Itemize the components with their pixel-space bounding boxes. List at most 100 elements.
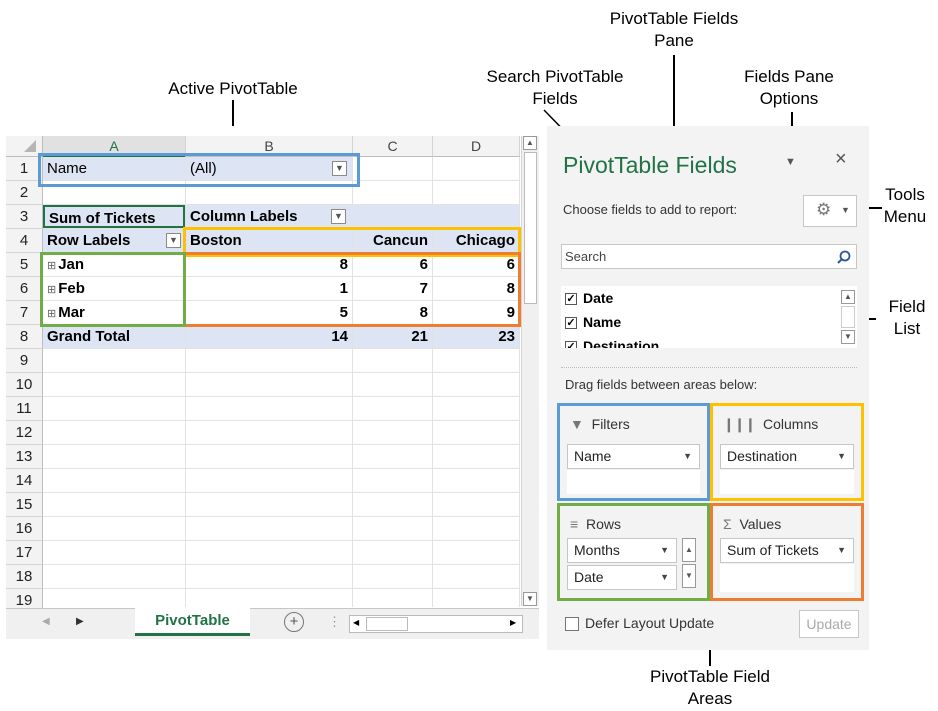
highlight-filter-area — [38, 153, 360, 187]
worksheet: A B C D 1 2 3 4 5 6 7 8 9 10 11 12 13 14 15 16 17 18 19 Na… — [6, 126, 539, 652]
checkbox-icon: ✓ — [565, 293, 577, 306]
vertical-scroll-thumb[interactable] — [524, 152, 537, 304]
rows-scroll-down[interactable]: ▼ — [682, 564, 696, 588]
chevron-down-icon: ▼ — [841, 205, 850, 215]
checkbox-icon — [565, 617, 579, 632]
horizontal-scroll-thumb[interactable] — [366, 617, 408, 631]
tab-scroll-left-icon[interactable]: ◀ — [42, 616, 50, 627]
row-header-4[interactable]: 4 — [6, 229, 43, 253]
drag-fields-hint: Drag fields between areas below: — [565, 377, 758, 392]
values-drop-zone[interactable] — [720, 564, 854, 592]
values-area[interactable]: Σ Values Sum of Tickets ▼ — [710, 503, 864, 601]
callout-tools-menu: Tools Menu — [883, 185, 927, 226]
callout-pane: PivotTable Fields Pane — [609, 9, 739, 50]
pane-title: PivotTable Fields — [563, 152, 737, 178]
tab-scroll-right-icon[interactable]: ▶ — [76, 616, 84, 627]
field-item-name[interactable]: ✓ Name — [565, 314, 621, 330]
columns-area-header: ❙❙❙ Columns — [723, 416, 819, 432]
tab-split-handle[interactable]: ⋮ — [328, 614, 341, 630]
choose-fields-text: Choose fields to add to report: — [563, 202, 738, 217]
defer-layout-update-label: Defer Layout Update — [585, 615, 715, 631]
rows-area-header: ≡ Rows — [570, 516, 621, 532]
chevron-down-icon: ▼ — [837, 451, 846, 461]
row-labels-dropdown-button[interactable]: ▼ — [166, 233, 181, 248]
column-header-d[interactable]: D — [433, 136, 520, 157]
scroll-down-button[interactable]: ▼ — [523, 592, 537, 606]
highlight-values-area — [183, 252, 521, 327]
filters-drop-zone[interactable] — [567, 470, 700, 494]
scroll-right-icon[interactable]: ▶ — [510, 618, 516, 627]
column-labels-dropdown-button[interactable]: ▼ — [331, 209, 346, 224]
pane-options-dropdown-icon[interactable]: ▼ — [785, 156, 796, 168]
sheet-tab-bar: ◀ ▶ PivotTable + ⋮ ◀ ▶ — [6, 608, 539, 639]
rows-scroll-up[interactable]: ▲ — [682, 538, 696, 562]
field-list-scroll-down[interactable]: ▼ — [841, 330, 855, 344]
defer-layout-update-checkbox[interactable]: Defer Layout Update — [565, 615, 715, 632]
chevron-down-icon: ▼ — [660, 545, 669, 555]
chevron-down-icon: ▼ — [837, 545, 846, 555]
scroll-left-icon[interactable]: ◀ — [353, 618, 359, 627]
row-header-3[interactable]: 3 — [6, 205, 43, 229]
columns-area[interactable]: ❙❙❙ Columns Destination ▼ — [710, 403, 864, 501]
values-area-header: Σ Values — [723, 516, 782, 532]
row-header-8[interactable]: 8 — [6, 325, 43, 349]
highlight-rows-area — [40, 252, 186, 327]
grand-total-cancun: 21 — [353, 325, 432, 348]
callout-fields-pane-options: Fields Pane Options — [744, 67, 834, 108]
row-header-9[interactable]: 9 — [6, 349, 43, 373]
callout-field-list: Field List — [888, 297, 926, 338]
row-header-5[interactable]: 5 — [6, 253, 43, 277]
columns-field-destination[interactable]: Destination ▼ — [720, 444, 854, 469]
field-list-scroll-track[interactable] — [841, 306, 855, 328]
grand-total-label: Grand Total — [43, 325, 185, 348]
grand-total-boston: 14 — [186, 325, 352, 348]
row-header-15[interactable]: 15 — [6, 493, 43, 517]
columns-drop-zone[interactable] — [720, 470, 854, 494]
rows-field-months[interactable]: Months ▼ — [567, 538, 677, 563]
column-header-c[interactable]: C — [353, 136, 433, 157]
pivottable-fields-pane: PivotTable Fields ▼ × Choose fields to a… — [547, 126, 869, 650]
columns-icon: ❙❙❙ — [723, 416, 756, 432]
rows-field-date[interactable]: Date ▼ — [567, 565, 677, 590]
row-header-10[interactable]: 10 — [6, 373, 43, 397]
callout-active-pivottable: Active PivotTable — [168, 79, 298, 98]
field-item-date[interactable]: ✓ Date — [565, 290, 613, 306]
callout-field-areas: PivotTable Field Areas — [649, 667, 770, 708]
field-list: ✓ Date ✓ Name ✓ Destination ▲ ▼ — [561, 286, 857, 348]
row-header-6[interactable]: 6 — [6, 277, 43, 301]
sheet-tab-pivottable[interactable]: PivotTable — [135, 608, 250, 636]
filters-field-name[interactable]: Name ▼ — [567, 444, 700, 469]
filters-area-header: ▼ Filters — [570, 416, 630, 432]
sum-of-tickets-label[interactable]: Sum of Tickets — [43, 205, 185, 228]
values-field-sum-of-tickets[interactable]: Sum of Tickets ▼ — [720, 538, 854, 563]
search-input[interactable]: Search — [561, 244, 857, 269]
column-labels-header: Column Labels — [186, 205, 519, 228]
row-header-11[interactable]: 11 — [6, 397, 43, 421]
row-header-14[interactable]: 14 — [6, 469, 43, 493]
horizontal-scrollbar[interactable]: ◀ ▶ — [349, 615, 523, 633]
row-header-18[interactable]: 18 — [6, 565, 43, 589]
filter-icon: ▼ — [570, 416, 584, 432]
row-header-17[interactable]: 17 — [6, 541, 43, 565]
filters-area[interactable]: ▼ Filters Name ▼ — [557, 403, 710, 501]
row-header-7[interactable]: 7 — [6, 301, 43, 325]
search-icon — [837, 250, 851, 264]
row-header-12[interactable]: 12 — [6, 421, 43, 445]
chevron-down-icon: ▼ — [660, 572, 669, 582]
tools-menu-button[interactable]: ⚙ ▼ — [803, 195, 857, 227]
new-sheet-icon[interactable]: + — [284, 612, 304, 632]
update-button[interactable]: Update — [799, 610, 859, 638]
grand-total-chicago: 23 — [433, 325, 519, 348]
field-item-destination[interactable]: ✓ Destination — [565, 338, 659, 348]
vertical-scrollbar[interactable]: ▲ ▼ — [521, 136, 539, 606]
callout-search: Search PivotTable Fields — [486, 67, 624, 108]
scroll-up-button[interactable]: ▲ — [523, 136, 537, 150]
row-header-16[interactable]: 16 — [6, 517, 43, 541]
close-icon[interactable]: × — [835, 148, 847, 171]
divider — [561, 367, 857, 368]
row-header-13[interactable]: 13 — [6, 445, 43, 469]
rows-area[interactable]: ≡ Rows Months ▼ Date ▼ ▲ ▼ — [557, 503, 710, 601]
field-list-scroll-up[interactable]: ▲ — [841, 290, 855, 304]
checkbox-icon: ✓ — [565, 341, 577, 348]
search-placeholder: Search — [565, 249, 607, 264]
